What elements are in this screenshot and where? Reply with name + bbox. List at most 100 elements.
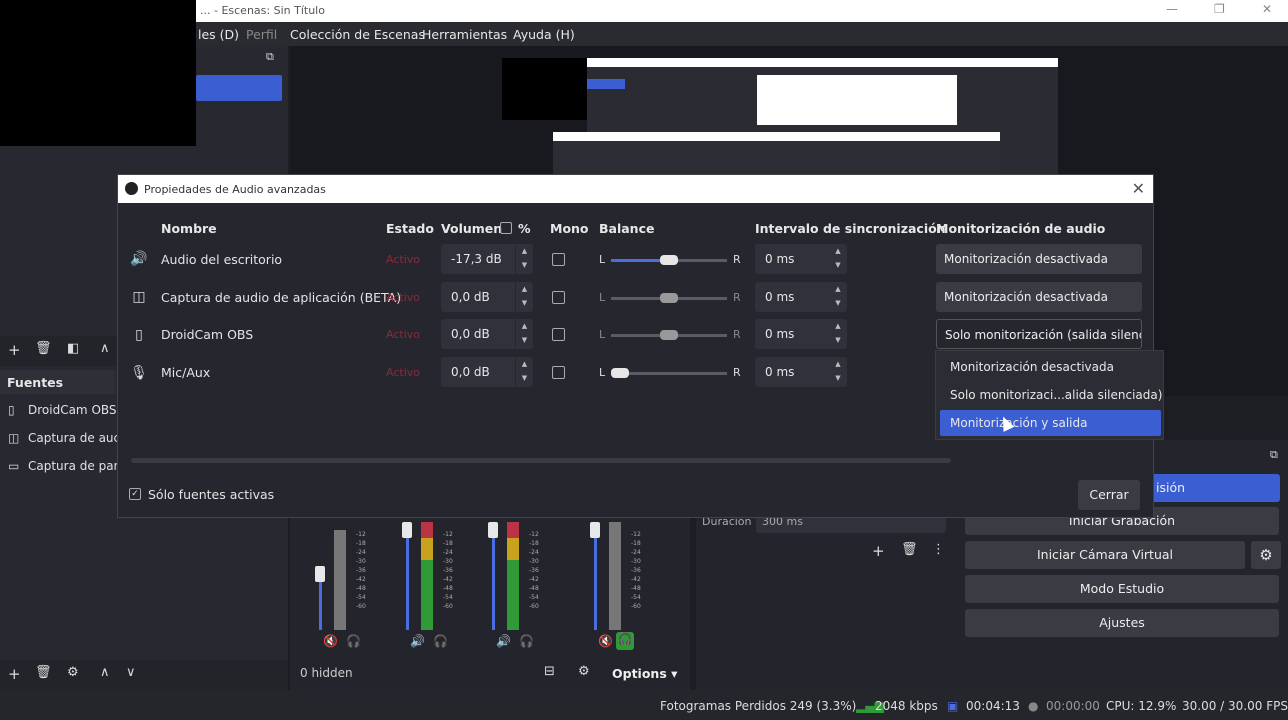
undock-icon[interactable]: ⧉ [1270,448,1278,462]
menu-item-profile[interactable]: Perfil [246,27,277,42]
remove-transition-icon[interactable]: 🗑 [901,542,918,557]
sync-offset-input[interactable]: 0 ms ▲ ▼ [755,282,847,312]
source-item[interactable]: ◫ Captura de auc [8,431,120,445]
source-item[interactable]: ▭ Captura de par [8,459,118,473]
balance-slider[interactable] [611,293,727,303]
balance-knob[interactable] [660,293,678,303]
add-transition-icon[interactable]: + [872,542,885,560]
menu-item-help[interactable]: Ayuda (H) [513,27,575,42]
volume-fader[interactable] [492,536,495,630]
status-badge: Activo [386,328,420,341]
headphones-icon[interactable]: 🎧 [519,634,534,648]
move-down-icon[interactable]: ∨ [126,665,136,680]
source-settings-icon[interactable]: ⚙ [67,665,79,680]
spin-arrows-icon[interactable]: ▲ ▼ [515,282,533,312]
mono-checkbox[interactable] [552,291,565,304]
menu-item-panels[interactable]: les (D) [198,27,239,42]
remove-scene-icon[interactable]: 🗑 [35,341,52,356]
monitoring-select[interactable]: Solo monitorización (salida silencia [936,319,1142,349]
balance-knob[interactable] [660,255,678,265]
balance-slider[interactable] [611,255,727,265]
fader-knob[interactable] [488,522,498,538]
menu-item-tools[interactable]: Herramientas [422,27,507,42]
spin-arrows-icon[interactable]: ▲ ▼ [515,319,533,349]
options-menu[interactable]: Options ▾ [612,666,677,681]
sync-offset-input[interactable]: 0 ms ▲ ▼ [755,319,847,349]
start-virtual-camera-button[interactable]: Iniciar Cámara Virtual [965,541,1245,569]
close-icon[interactable]: ✕ [1132,179,1145,198]
fps: 30.00 / 30.00 FPS [1182,699,1288,713]
spin-arrows-icon[interactable]: ▲ ▼ [515,357,533,387]
monitoring-select[interactable]: Monitorización desactivada [936,244,1142,274]
spin-arrows-icon[interactable]: ▲ ▼ [829,282,847,312]
nested-screen [757,75,957,125]
mono-checkbox[interactable] [552,328,565,341]
speaker-icon[interactable]: 🔊 [496,634,511,648]
close-button[interactable]: Cerrar [1078,480,1140,510]
bitrate: 2048 kbps [875,699,938,713]
dropdown-option[interactable]: Monitorización desactivada [940,354,1161,380]
sources-header: Fuentes [0,370,115,394]
maximize-icon[interactable]: ❐ [1214,2,1225,16]
app-audio-icon: ◫ [8,431,20,445]
preview-nested-dialog [553,132,1000,177]
mono-checkbox[interactable] [552,253,565,266]
volume-input[interactable]: 0,0 dB ▲ ▼ [441,319,533,349]
add-scene-icon[interactable]: + [8,341,21,359]
menu-item-scene-collection[interactable]: Colección de Escenas [290,27,425,42]
fader-knob[interactable] [590,522,600,538]
headphones-icon[interactable]: 🎧 [346,634,361,648]
balance-knob[interactable] [611,368,629,378]
muted-icon[interactable]: 🔇 [323,634,338,648]
percent-checkbox[interactable] [500,222,512,234]
layout-icon[interactable]: ⊟ [544,664,555,679]
headphones-active-icon[interactable]: 🎧 [616,632,634,650]
rec-icon: ▣ [947,699,959,713]
filter-icon[interactable]: ◧ [67,341,79,356]
volume-input[interactable]: 0,0 dB ▲ ▼ [441,357,533,387]
move-up-icon[interactable]: ∧ [100,341,110,356]
mono-checkbox[interactable] [552,366,565,379]
balance-knob[interactable] [660,330,678,340]
speaker-icon[interactable]: 🔊 [410,634,425,648]
selected-scene[interactable] [196,75,282,101]
source-item[interactable]: ▯ DroidCam OBS [8,403,117,417]
monitoring-select[interactable]: Monitorización desactivada [936,282,1142,312]
hidden-count: 0 hidden [300,666,353,680]
sync-offset-input[interactable]: 0 ms ▲ ▼ [755,357,847,387]
fader-knob[interactable] [402,522,412,538]
close-window-icon[interactable]: ✕ [1262,2,1272,16]
settings-icon[interactable]: ⚙ [578,664,590,679]
volume-input[interactable]: -17,3 dB ▲ ▼ [441,244,533,274]
settings-button[interactable]: Ajustes [965,609,1279,637]
remove-source-icon[interactable]: 🗑 [35,665,52,680]
source-name: Captura de audio de aplicación (BETA) [161,290,402,305]
dropdown-option[interactable]: Monitorización y salida [940,410,1161,436]
only-active-checkbox[interactable]: ✓ [129,488,141,500]
sync-offset-input[interactable]: 0 ms ▲ ▼ [755,244,847,274]
spin-arrows-icon[interactable]: ▲ ▼ [829,244,847,274]
undock-icon[interactable]: ⧉ [266,50,274,64]
volume-input[interactable]: 0,0 dB ▲ ▼ [441,282,533,312]
spin-arrows-icon[interactable]: ▲ ▼ [829,357,847,387]
studio-mode-button[interactable]: Modo Estudio [965,575,1279,603]
add-source-icon[interactable]: + [8,665,21,683]
meter-scale: -12 -18 -24 -30 -36 -42 -48 -54 -60 [356,531,366,610]
spin-arrows-icon[interactable]: ▲ ▼ [829,319,847,349]
horizontal-scrollbar[interactable] [131,458,951,463]
minimize-icon[interactable]: — [1166,2,1178,16]
more-options-icon[interactable]: ⋮ [932,542,945,557]
status-badge: Activo [386,291,420,304]
volume-fader[interactable] [594,536,597,630]
virtual-camera-settings-icon[interactable]: ⚙ [1251,541,1281,569]
headphones-icon[interactable]: 🎧 [433,634,448,648]
muted-icon[interactable]: 🔇 [598,634,613,648]
spin-arrows-icon[interactable]: ▲ ▼ [515,244,533,274]
balance-slider[interactable] [611,368,727,378]
volume-fader[interactable] [406,536,409,630]
dropdown-option[interactable]: Solo monitorizaci...alida silenciada) [940,382,1162,408]
move-up-icon[interactable]: ∧ [100,665,110,680]
balance-slider[interactable] [611,330,727,340]
fader-knob[interactable] [315,566,325,582]
volume-fader[interactable] [319,580,322,630]
